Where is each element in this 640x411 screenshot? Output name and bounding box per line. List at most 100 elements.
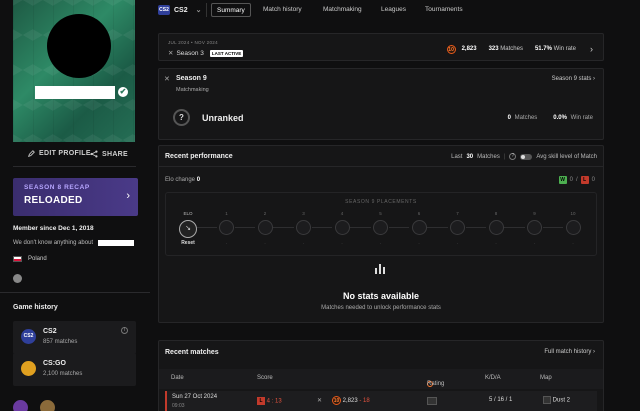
- tab-match-history[interactable]: Match history: [258, 3, 307, 17]
- divider: [13, 166, 136, 167]
- placement-dash: -: [418, 240, 420, 245]
- recap-subtitle: SEASON 8 RECAP: [24, 184, 90, 191]
- share-button[interactable]: SHARE: [90, 150, 128, 158]
- share-label: SHARE: [102, 150, 129, 158]
- placement-slot: 5-: [369, 211, 393, 245]
- column-kda: K/D/A: [485, 375, 501, 381]
- matches-table-header: Date Score Rating K/D/A Map: [159, 369, 603, 389]
- column-date: Date: [171, 375, 184, 381]
- tab-tournaments[interactable]: Tournaments: [420, 3, 468, 17]
- column-score: Score: [257, 375, 273, 381]
- game-card-cs2[interactable]: CS2 CS2 857 matches i: [13, 321, 136, 354]
- edit-profile-label: EDIT PROFILE: [39, 150, 91, 157]
- season-selector-bar[interactable]: JUL 2024 • NOV 2024 ✕ Season 3 LAST ACTI…: [158, 33, 604, 61]
- season-dates: JUL 2024 • NOV 2024: [168, 40, 218, 45]
- game-name: CS2: [43, 328, 57, 335]
- placement-circle: [296, 220, 311, 235]
- placement-circle: [373, 220, 388, 235]
- placement-number: 1: [225, 211, 228, 216]
- info-icon[interactable]: i: [121, 327, 128, 334]
- placement-slot: 4-: [330, 211, 354, 245]
- placement-number: 3: [302, 211, 305, 216]
- last-suffix: Matches: [477, 153, 500, 160]
- edit-profile-button[interactable]: EDIT PROFILE: [28, 150, 91, 157]
- match-date: Sun 27 Oct 2024: [172, 394, 218, 400]
- season-9-stats-label: Season 9 stats: [551, 76, 592, 82]
- recap-title: RELOADED: [24, 195, 83, 206]
- csgo-logo-icon: [21, 361, 36, 376]
- rank-label: Unranked: [202, 113, 244, 123]
- steam-icon[interactable]: [13, 274, 22, 283]
- avg-skill-label: Avg skill level of Match: [536, 153, 597, 160]
- profile-banner: ✔: [13, 0, 135, 142]
- country-label: Poland: [28, 256, 47, 262]
- placement-slot: 1-: [215, 211, 239, 245]
- placement-number: 7: [456, 211, 459, 216]
- achievement-icon[interactable]: [13, 400, 28, 411]
- help-icon[interactable]: ?: [509, 153, 517, 160]
- season-9-stats-link[interactable]: Season 9 stats ›: [552, 76, 595, 82]
- elo-change-cell: 10 2,823 - 18: [332, 396, 370, 405]
- season-summary-stats: 10 2,823 323 Matches 51.7% Win rate ›: [446, 44, 593, 54]
- match-map: Dust 2: [552, 397, 571, 404]
- achievement-icon[interactable]: [40, 400, 55, 411]
- slash: /: [575, 177, 578, 183]
- placement-circle: [257, 220, 273, 235]
- last-count[interactable]: 30: [466, 154, 473, 160]
- rating-placeholder: [427, 397, 437, 405]
- tab-matchmaking[interactable]: Matchmaking: [318, 3, 367, 17]
- full-match-history-link[interactable]: Full match history ›: [544, 349, 595, 355]
- placement-circle: [565, 220, 581, 235]
- placement-slot: 3-: [292, 211, 316, 245]
- season-recap-banner[interactable]: SEASON 8 RECAP RELOADED ›: [13, 178, 138, 216]
- season-label: ✕ Season 3 LAST ACTIVE: [168, 49, 244, 57]
- season-9-title: Season 9: [176, 75, 207, 82]
- winrate-value: 0.0%: [553, 115, 567, 121]
- matches-label: Matches: [500, 46, 523, 52]
- season-name: Season 3: [176, 49, 204, 57]
- game-card-csgo[interactable]: CS:GO 2,100 matches: [13, 353, 136, 386]
- season-9-stats: 0 Matches 0.0% Win rate: [508, 115, 593, 121]
- game-selector[interactable]: CS2 CS2 ⌄: [158, 3, 202, 17]
- divider: [206, 3, 207, 17]
- avg-skill-toggle[interactable]: [520, 153, 533, 160]
- placement-number: 10: [570, 211, 576, 216]
- loss-badge: L: [580, 176, 589, 184]
- winrate-value: 51.7%: [534, 46, 552, 52]
- table-row[interactable]: Sun 27 Oct 2024 09:03 L 4 : 13 ✕ 10 2,82…: [165, 391, 597, 411]
- placements-box: SEASON 9 PLACEMENTS ELO ↘ Reset 1-2-3-4-5-6…: [165, 192, 597, 256]
- tab-summary[interactable]: Summary: [211, 3, 251, 17]
- loss-badge: L: [257, 397, 265, 405]
- map-cell: Dust 2: [543, 396, 570, 404]
- placement-dash: -: [225, 240, 228, 245]
- placement-dash: -: [341, 240, 343, 245]
- placement-number: 8: [494, 211, 498, 216]
- game-selector-label: CS2: [174, 6, 188, 14]
- cs2-logo-icon: CS2: [21, 329, 36, 344]
- placement-slot: 8-: [484, 211, 508, 245]
- rating-cell: [427, 397, 437, 405]
- win-badge: W: [558, 176, 567, 184]
- chevron-right-icon: ›: [593, 349, 595, 355]
- placement-dash: -: [533, 240, 536, 245]
- last-prefix: Last: [451, 153, 463, 160]
- separator: |: [503, 153, 506, 160]
- avatar[interactable]: [47, 14, 111, 78]
- about-name-redacted: [98, 240, 134, 246]
- skill-level-icon: 10: [446, 44, 456, 54]
- username-redacted: [35, 86, 115, 99]
- recent-matches-panel: Recent matches Full match history › Date…: [158, 340, 604, 411]
- placement-number: 6: [417, 211, 421, 216]
- achievement-icons: [13, 400, 55, 411]
- poland-flag-icon: [13, 256, 22, 262]
- reset-arrow-icon: ↘: [179, 220, 197, 238]
- rating-label: Rating: [427, 381, 445, 387]
- chevron-right-icon: ›: [593, 76, 595, 82]
- placement-circle: [450, 220, 465, 235]
- recent-performance-panel: Recent performance Last 30 Matches | ? A…: [158, 145, 604, 323]
- tab-leagues[interactable]: Leagues: [376, 3, 411, 17]
- placement-dash: -: [456, 240, 459, 245]
- season-9-subtitle: Matchmaking: [176, 87, 209, 93]
- placement-dash: -: [379, 240, 382, 245]
- swords-icon: ✕: [317, 398, 323, 404]
